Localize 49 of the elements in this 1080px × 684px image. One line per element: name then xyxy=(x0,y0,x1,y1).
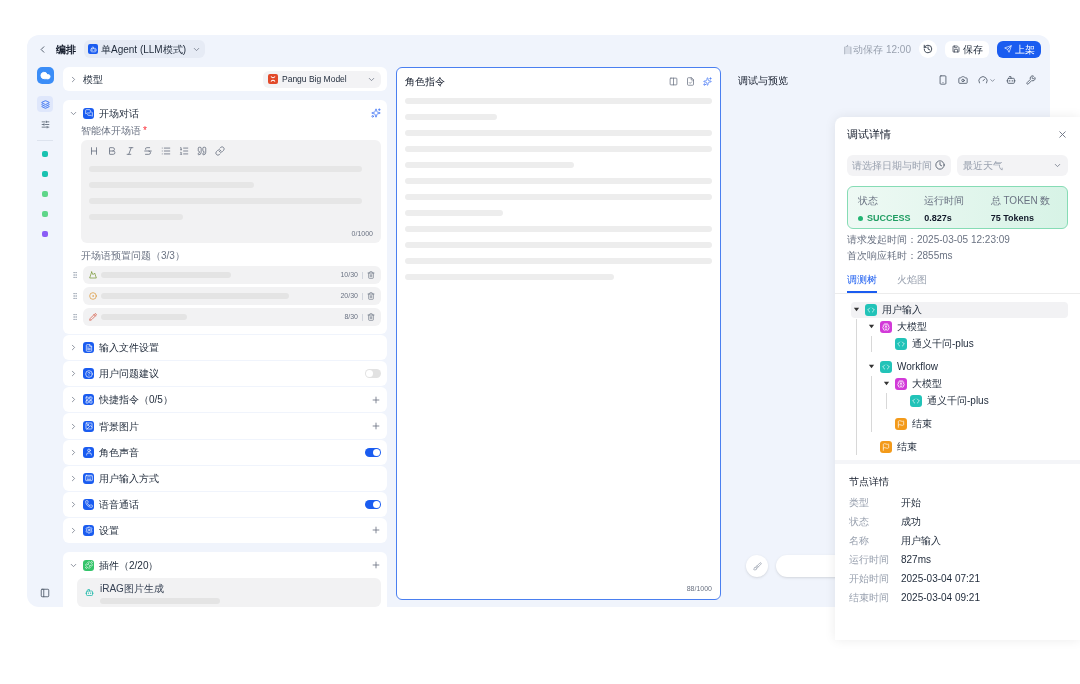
detail-value: 2025-03-04 09:21 xyxy=(901,590,980,605)
tree-node-label: 结束 xyxy=(912,417,932,431)
stat-value: 75 Tokens xyxy=(990,211,1035,225)
section-title: 语音通话 xyxy=(99,497,139,512)
tree-node-label: 结束 xyxy=(897,440,917,454)
page-title: 编排 xyxy=(56,42,76,57)
section-title: 插件（2/20） xyxy=(99,558,159,573)
plugin-name: iRAG图片生成 xyxy=(100,582,165,596)
section-title: 背景图片 xyxy=(99,419,139,434)
section-title: 用户问题建议 xyxy=(99,367,159,382)
info-line: 请求发起时间：2025-03-05 12:23:09 xyxy=(847,232,1011,247)
tree-node-label: 大模型 xyxy=(912,377,942,391)
detail-label: 结束时间 xyxy=(849,590,890,605)
detail-label: 开始时间 xyxy=(849,571,890,586)
stat-value: 0.827s xyxy=(924,211,953,225)
detail-value: 827ms xyxy=(901,552,931,567)
tree-node-label: 用户输入 xyxy=(882,303,922,317)
detail-value: 成功 xyxy=(901,514,921,529)
info-line: 首次响应耗时：2855ms xyxy=(847,248,954,263)
detail-label: 类型 xyxy=(849,495,870,510)
section-title: 快捷指令（0/5） xyxy=(99,393,173,408)
stat-label: 状态 xyxy=(858,193,879,208)
section-title: 用户输入方式 xyxy=(99,471,159,486)
tree-node-label: 通义千问-plus xyxy=(927,394,989,408)
preset-label: 开场语预置问题（3/3） xyxy=(81,249,186,264)
tree-node-label: 大模型 xyxy=(897,320,927,334)
stat-label: 总 TOKEN 数 xyxy=(990,193,1052,208)
detail-value: 2025-03-04 07:21 xyxy=(901,571,980,586)
section-title: 设置 xyxy=(99,523,119,538)
drawer-title: 调试详情 xyxy=(847,127,891,142)
autosave-status: 自动保存 12:00 xyxy=(843,42,911,57)
panel-title: 调试与预览 xyxy=(738,73,788,88)
panel-title: 角色指令 xyxy=(405,74,445,89)
detail-label: 运行时间 xyxy=(849,552,890,567)
detail-label: 名称 xyxy=(849,533,870,548)
field-label: 智能体开场语 xyxy=(81,124,141,139)
section-title: 角色声音 xyxy=(99,445,139,460)
required-mark: * xyxy=(143,124,147,139)
detail-label: 状态 xyxy=(849,514,870,529)
section-title: 输入文件设置 xyxy=(99,341,159,356)
section-title: 模型 xyxy=(83,72,103,87)
section-title: 开场对话 xyxy=(99,106,139,121)
tree-node-label: 通义千问-plus xyxy=(912,337,974,351)
stat-value: SUCCESS xyxy=(867,211,911,225)
detail-value: 开始 xyxy=(901,495,921,510)
tree-node-label: Workflow xyxy=(897,360,938,374)
detail-value: 用户输入 xyxy=(901,533,941,548)
section-heading: 节点详情 xyxy=(849,474,890,489)
stat-label: 运行时间 xyxy=(924,193,966,208)
